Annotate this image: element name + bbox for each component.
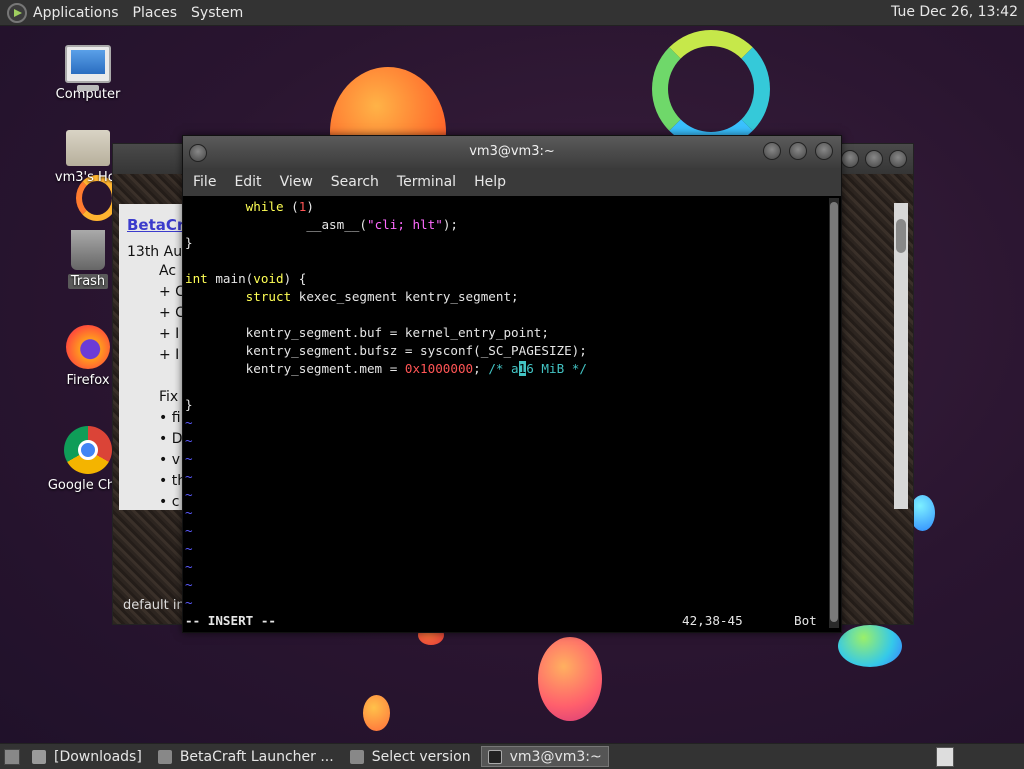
terminal-scrollbar[interactable] (829, 198, 839, 628)
text-cursor: 1 (518, 361, 527, 376)
menu-edit[interactable]: Edit (234, 174, 261, 190)
chrome-icon (64, 426, 112, 474)
show-desktop-icon[interactable] (4, 748, 20, 765)
taskbar-item-terminal[interactable]: vm3@vm3:~ (480, 746, 609, 767)
taskbar-item-select-version[interactable]: Select version (344, 746, 477, 767)
taskbar-item-betacraft[interactable]: BetaCraft Launcher ... (152, 746, 340, 767)
wallpaper-pink-bubble (538, 637, 602, 721)
menu-applications[interactable]: Applications (33, 5, 119, 21)
terminal-icon (487, 749, 502, 764)
betacraft-window-buttons (841, 150, 907, 168)
terminal-title: vm3@vm3:~ (469, 144, 555, 159)
close-icon[interactable] (815, 142, 833, 160)
terminal-titlebar[interactable]: vm3@vm3:~ (183, 136, 841, 168)
bottom-taskbar: [Downloads] BetaCraft Launcher ... Selec… (0, 743, 1024, 769)
menu-logo-icon[interactable] (7, 2, 27, 23)
vim-cursor-position: 42,38-45 (682, 613, 743, 628)
vim-status-line: -- INSERT -- 42,38-45 Bot (185, 612, 821, 630)
clock[interactable]: Tue Dec 26, 13:42 (891, 4, 1018, 20)
changelog-scrollbar[interactable] (894, 203, 908, 509)
terminal-window-buttons (763, 142, 833, 160)
menu-system[interactable]: System (191, 5, 243, 21)
taskbar-item-label: BetaCraft Launcher ... (179, 748, 334, 765)
taskbar-item-label: [Downloads] (54, 748, 142, 765)
menu-terminal[interactable]: Terminal (397, 174, 456, 190)
vim-scroll-position: Bot (794, 613, 817, 628)
minimize-icon[interactable] (763, 142, 781, 160)
app-icon (349, 749, 364, 764)
app-icon (157, 749, 172, 764)
terminal-scroll-thumb[interactable] (830, 202, 838, 622)
wallpaper-ring (652, 30, 770, 148)
home-folder-icon (66, 130, 110, 166)
wallpaper-blue-bubble (838, 625, 902, 667)
terminal-window[interactable]: vm3@vm3:~ File Edit View Search Terminal… (182, 135, 842, 633)
desktop-icon-label: Trash (67, 274, 109, 289)
wallpaper-small-bubble (363, 695, 390, 731)
maximize-icon[interactable] (789, 142, 807, 160)
taskbar-item-downloads[interactable]: [Downloads] (26, 746, 148, 767)
top-panel: Applications Places System Tue Dec 26, 1… (0, 0, 1024, 26)
menu-places[interactable]: Places (133, 5, 178, 21)
menu-file[interactable]: File (193, 174, 216, 190)
firefox-icon (66, 325, 110, 369)
workspace-switcher[interactable] (936, 747, 954, 767)
menu-search[interactable]: Search (331, 174, 379, 190)
computer-icon (65, 45, 111, 91)
terminal-menubar: File Edit View Search Terminal Help (183, 168, 841, 196)
maximize-icon[interactable] (865, 150, 883, 168)
trash-icon (71, 230, 105, 270)
vim-mode: -- INSERT -- (185, 613, 276, 628)
taskbar-item-label: Select version (371, 748, 471, 765)
minimize-icon[interactable] (841, 150, 859, 168)
menu-view[interactable]: View (280, 174, 313, 190)
desktop-icon-computer[interactable]: Computer (40, 45, 136, 102)
changelog-scroll-thumb[interactable] (896, 219, 906, 253)
taskbar-item-label: vm3@vm3:~ (509, 748, 602, 765)
folder-icon (32, 749, 46, 764)
close-icon[interactable] (889, 150, 907, 168)
terminal-editor-buffer[interactable]: while (1) __asm__("cli; hlt"); } int mai… (185, 198, 825, 610)
menu-help[interactable]: Help (474, 174, 506, 190)
